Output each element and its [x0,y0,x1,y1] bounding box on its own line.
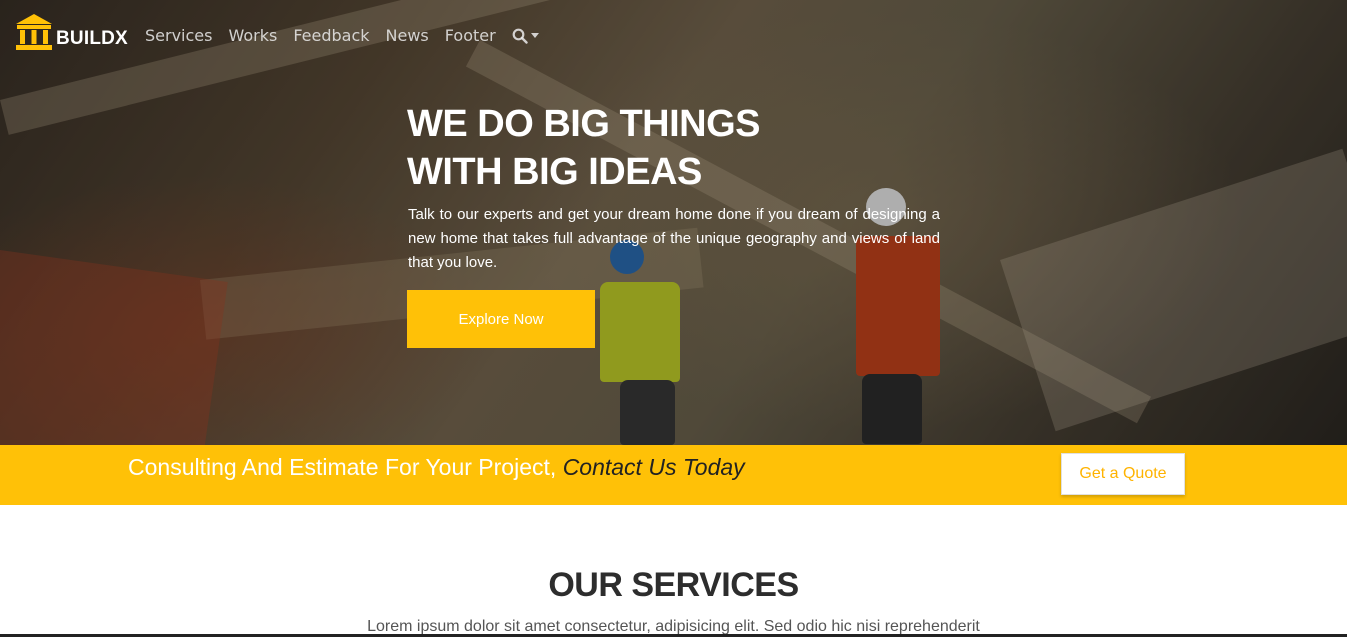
main-menu: Services Works Feedback News Footer [145,26,539,45]
cta-heading: Consulting And Estimate For Your Project… [128,454,557,480]
hero-title-line-1: WE DO BIG THINGS [407,103,761,145]
top-navbar: BUILDX Services Works Feedback News Foot… [0,0,1347,70]
search-dropdown-toggle[interactable] [512,28,539,44]
contact-us-link[interactable]: Contact Us Today [563,454,745,480]
nav-link-services[interactable]: Services [145,26,212,45]
bank-building-icon [16,14,52,50]
search-icon [512,28,528,44]
nav-link-news[interactable]: News [386,26,429,45]
nav-link-works[interactable]: Works [228,26,277,45]
nav-link-footer[interactable]: Footer [445,26,496,45]
brand-name: BUILDX [56,28,128,49]
cta-text: Consulting And Estimate For Your Project… [128,454,745,481]
hero-title-line-2: WITH BIG IDEAS [407,151,702,193]
brand-logo[interactable]: BUILDX [14,12,128,52]
consulting-cta-bar: Consulting And Estimate For Your Project… [0,445,1347,505]
hero-description: Talk to our experts and get your dream h… [408,206,940,271]
chevron-down-icon [530,33,539,38]
services-section-title: OUR SERVICES [548,566,799,604]
get-a-quote-button[interactable]: Get a Quote [1061,453,1185,495]
hero-title: WE DO BIG THINGS WITH BIG IDEAS [407,100,761,196]
explore-now-button[interactable]: Explore Now [407,290,595,348]
nav-link-feedback[interactable]: Feedback [293,26,369,45]
